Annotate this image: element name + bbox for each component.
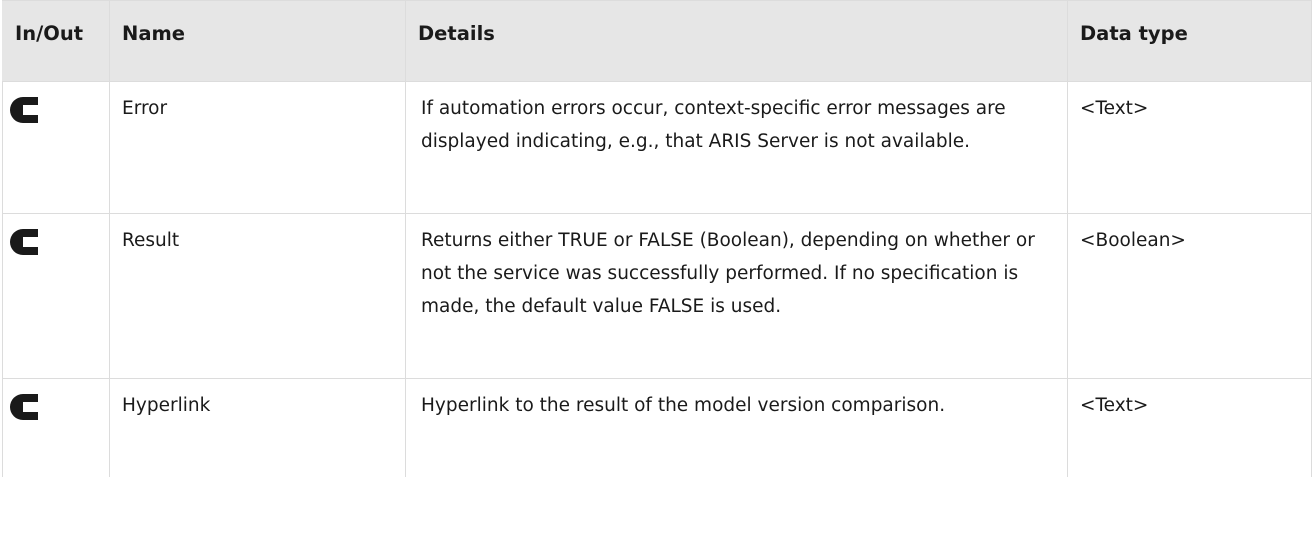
header-data-type: Data type xyxy=(1067,0,1312,82)
output-arrow-icon xyxy=(10,394,38,420)
io-cell xyxy=(2,378,110,477)
io-cell xyxy=(2,81,110,214)
param-name: Result xyxy=(122,230,180,251)
table-header: In/Out Name Details Data type xyxy=(2,0,1312,82)
param-details: If automation errors occur, context-spec… xyxy=(421,98,1006,152)
io-cell xyxy=(2,213,110,379)
param-data-type: <Text> xyxy=(1080,395,1149,416)
name-cell: Error xyxy=(109,81,406,214)
name-cell: Hyperlink xyxy=(109,378,406,477)
data-type-cell: <Text> xyxy=(1067,81,1312,214)
name-cell: Result xyxy=(109,213,406,379)
param-data-type: <Boolean> xyxy=(1080,230,1186,251)
data-type-cell: <Text> xyxy=(1067,378,1312,477)
table-row: Result Returns either TRUE or FALSE (Boo… xyxy=(2,213,1312,379)
table-row: Error If automation errors occur, contex… xyxy=(2,81,1312,214)
output-arrow-icon xyxy=(10,229,38,255)
table-body: Error If automation errors occur, contex… xyxy=(2,81,1312,477)
header-name: Name xyxy=(109,0,406,82)
details-cell: If automation errors occur, context-spec… xyxy=(405,81,1068,214)
param-data-type: <Text> xyxy=(1080,98,1149,119)
data-type-cell: <Boolean> xyxy=(1067,213,1312,379)
details-cell: Returns either TRUE or FALSE (Boolean), … xyxy=(405,213,1068,379)
param-details: Hyperlink to the result of the model ver… xyxy=(421,395,946,416)
param-name: Error xyxy=(122,98,168,119)
parameters-table: In/Out Name Details Data type Error If a… xyxy=(2,0,1312,477)
header-details: Details xyxy=(405,0,1068,82)
details-cell: Hyperlink to the result of the model ver… xyxy=(405,378,1068,477)
param-name: Hyperlink xyxy=(122,395,211,416)
table-row: Hyperlink Hyperlink to the result of the… xyxy=(2,378,1312,477)
param-details: Returns either TRUE or FALSE (Boolean), … xyxy=(421,230,1035,317)
output-arrow-icon xyxy=(10,97,38,123)
header-row: In/Out Name Details Data type xyxy=(2,0,1312,82)
header-in-out: In/Out xyxy=(2,0,110,82)
